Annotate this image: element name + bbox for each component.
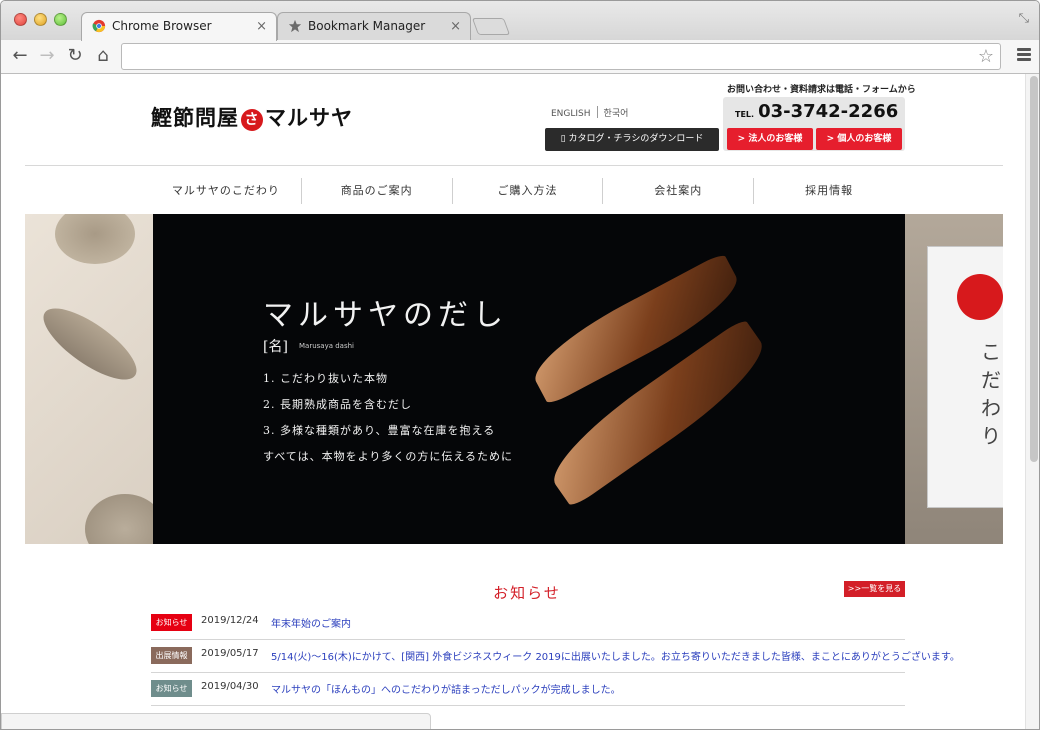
home-icon[interactable]: ⌂ xyxy=(92,45,114,67)
hero-name-sub: Marusaya dashi xyxy=(299,342,354,350)
news-date: 2019/04/30 xyxy=(201,681,259,692)
news-badge: お知らせ xyxy=(151,614,192,631)
nav-item-company[interactable]: 会社案内 xyxy=(603,178,755,204)
personal-customer-button[interactable]: > 個人のお客様 xyxy=(816,128,902,150)
menu-icon[interactable] xyxy=(1017,48,1031,62)
next-slide-text: こだわり xyxy=(981,340,1001,448)
nav-item-recruit[interactable]: 採用情報 xyxy=(754,178,904,204)
main-nav: マルサヤのこだわり 商品のご案内 ご購入方法 会社案内 採用情報 xyxy=(151,178,904,204)
hero-line: 3. 多様な種類があり、豊富な在庫を抱える xyxy=(263,424,496,437)
horizontal-scrollbar[interactable] xyxy=(1,713,431,729)
lang-english-link[interactable]: ENGLISH xyxy=(545,109,597,119)
flakes-image xyxy=(85,494,153,544)
phone-number[interactable]: TEL. 03-3742-2266 xyxy=(735,101,898,122)
browser-window: Chrome Browser × Bookmark Manager × ⤡ ← … xyxy=(0,0,1040,730)
bookmark-star-icon[interactable]: ☆ xyxy=(978,44,994,69)
hero-line: すべては、本物をより多くの方に伝えるために xyxy=(263,450,514,463)
logo-name: マルサヤ xyxy=(265,105,353,130)
star-icon xyxy=(288,19,302,33)
divider xyxy=(25,165,1003,166)
scrollbar-thumb[interactable] xyxy=(1030,76,1038,462)
new-tab-button[interactable] xyxy=(471,18,511,35)
hero-title: マルサヤのだし xyxy=(263,298,508,333)
close-window-button[interactable] xyxy=(14,13,27,26)
tab-close-icon[interactable]: × xyxy=(256,13,267,40)
news-badge: 出展情報 xyxy=(151,647,192,664)
site-logo[interactable]: 鰹節問屋さマルサヤ xyxy=(151,102,353,132)
news-badge: お知らせ xyxy=(151,680,192,697)
hero-name: [名] xyxy=(263,339,288,355)
toolbar: ← → ↻ ⌂ ☆ xyxy=(1,40,1039,74)
news-link[interactable]: マルサヤの「ほんもの」へのこだわりが詰まっただしパックが完成しました。 xyxy=(271,681,621,696)
news-row[interactable]: お知らせ 2019/12/24 年末年始のご案内 xyxy=(151,607,905,640)
address-bar[interactable]: ☆ xyxy=(121,43,1001,70)
chrome-icon xyxy=(92,19,106,33)
hero-line: 2. 長期熟成商品を含むだし xyxy=(263,398,412,411)
news-row[interactable]: 出展情報 2019/05/17 5/14(火)～16(木)にかけて、[関西] 外… xyxy=(151,640,960,673)
zoom-window-button[interactable] xyxy=(54,13,67,26)
news-date: 2019/05/17 xyxy=(201,648,259,659)
tab-close-icon[interactable]: × xyxy=(450,13,461,40)
nav-item-purchase[interactable]: ご購入方法 xyxy=(453,178,604,204)
hero-line: 1. こだわり抜いた本物 xyxy=(263,372,388,385)
vertical-scrollbar[interactable] xyxy=(1025,74,1039,729)
catalog-download-button[interactable]: ▯ カタログ・チラシのダウンロード xyxy=(545,128,719,151)
back-icon[interactable]: ← xyxy=(9,45,31,67)
kombu-image xyxy=(55,214,135,264)
document-icon: ▯ xyxy=(560,134,569,144)
news-row[interactable]: お知らせ 2019/04/30 マルサヤの「ほんもの」へのこだわりが詰まっただし… xyxy=(151,673,905,706)
bonito-image xyxy=(33,296,147,392)
tab-bookmark-manager[interactable]: Bookmark Manager × xyxy=(277,12,471,41)
hero-slide[interactable]: マルサヤのだし [名] Marusaya dashi 1. こだわり抜いた本物 … xyxy=(153,214,905,544)
tab-label: Chrome Browser xyxy=(112,19,212,33)
restore-icon[interactable]: ⤡ xyxy=(1019,11,1029,26)
catalog-label: カタログ・チラシのダウンロード xyxy=(568,134,704,144)
logo-prefix: 鰹節問屋 xyxy=(151,105,239,130)
minimize-window-button[interactable] xyxy=(34,13,47,26)
tel-box: TEL. 03-3742-2266 > 法人のお客様 > 個人のお客様 xyxy=(723,97,905,151)
tel-number: 03-3742-2266 xyxy=(758,101,899,122)
tel-prefix: TEL. xyxy=(735,110,755,119)
seal-icon xyxy=(957,274,1003,320)
language-switcher: ENGLISH 한국어 xyxy=(545,106,634,119)
forward-icon[interactable]: → xyxy=(36,45,58,67)
reload-icon[interactable]: ↻ xyxy=(64,45,86,67)
tab-chrome-browser[interactable]: Chrome Browser × xyxy=(81,12,277,41)
tab-strip: Chrome Browser × Bookmark Manager × ⤡ xyxy=(1,1,1039,41)
news-date: 2019/12/24 xyxy=(201,615,259,626)
news-more-button[interactable]: >>一覧を見る xyxy=(844,581,905,597)
contact-note: お問い合わせ・資料請求は電話・フォームから xyxy=(727,85,916,95)
hero-prev-slide[interactable] xyxy=(25,214,153,544)
nav-item-kodawari[interactable]: マルサヤのこだわり xyxy=(151,178,302,204)
business-customer-button[interactable]: > 法人のお客様 xyxy=(727,128,813,150)
lang-korean-link[interactable]: 한국어 xyxy=(598,109,635,119)
news-link[interactable]: 年末年始のご案内 xyxy=(271,615,351,630)
page-viewport: 鰹節問屋さマルサヤ ENGLISH 한국어 ▯ カタログ・チラシのダウンロード お… xyxy=(1,74,1039,729)
nav-item-products[interactable]: 商品のご案内 xyxy=(302,178,453,204)
logo-mark-icon: さ xyxy=(241,109,263,131)
hero-next-slide[interactable]: こだわり xyxy=(905,214,1003,544)
news-link[interactable]: 5/14(火)～16(木)にかけて、[関西] 外食ビジネスウィーク 2019に出… xyxy=(271,648,960,663)
tab-label: Bookmark Manager xyxy=(308,19,426,33)
